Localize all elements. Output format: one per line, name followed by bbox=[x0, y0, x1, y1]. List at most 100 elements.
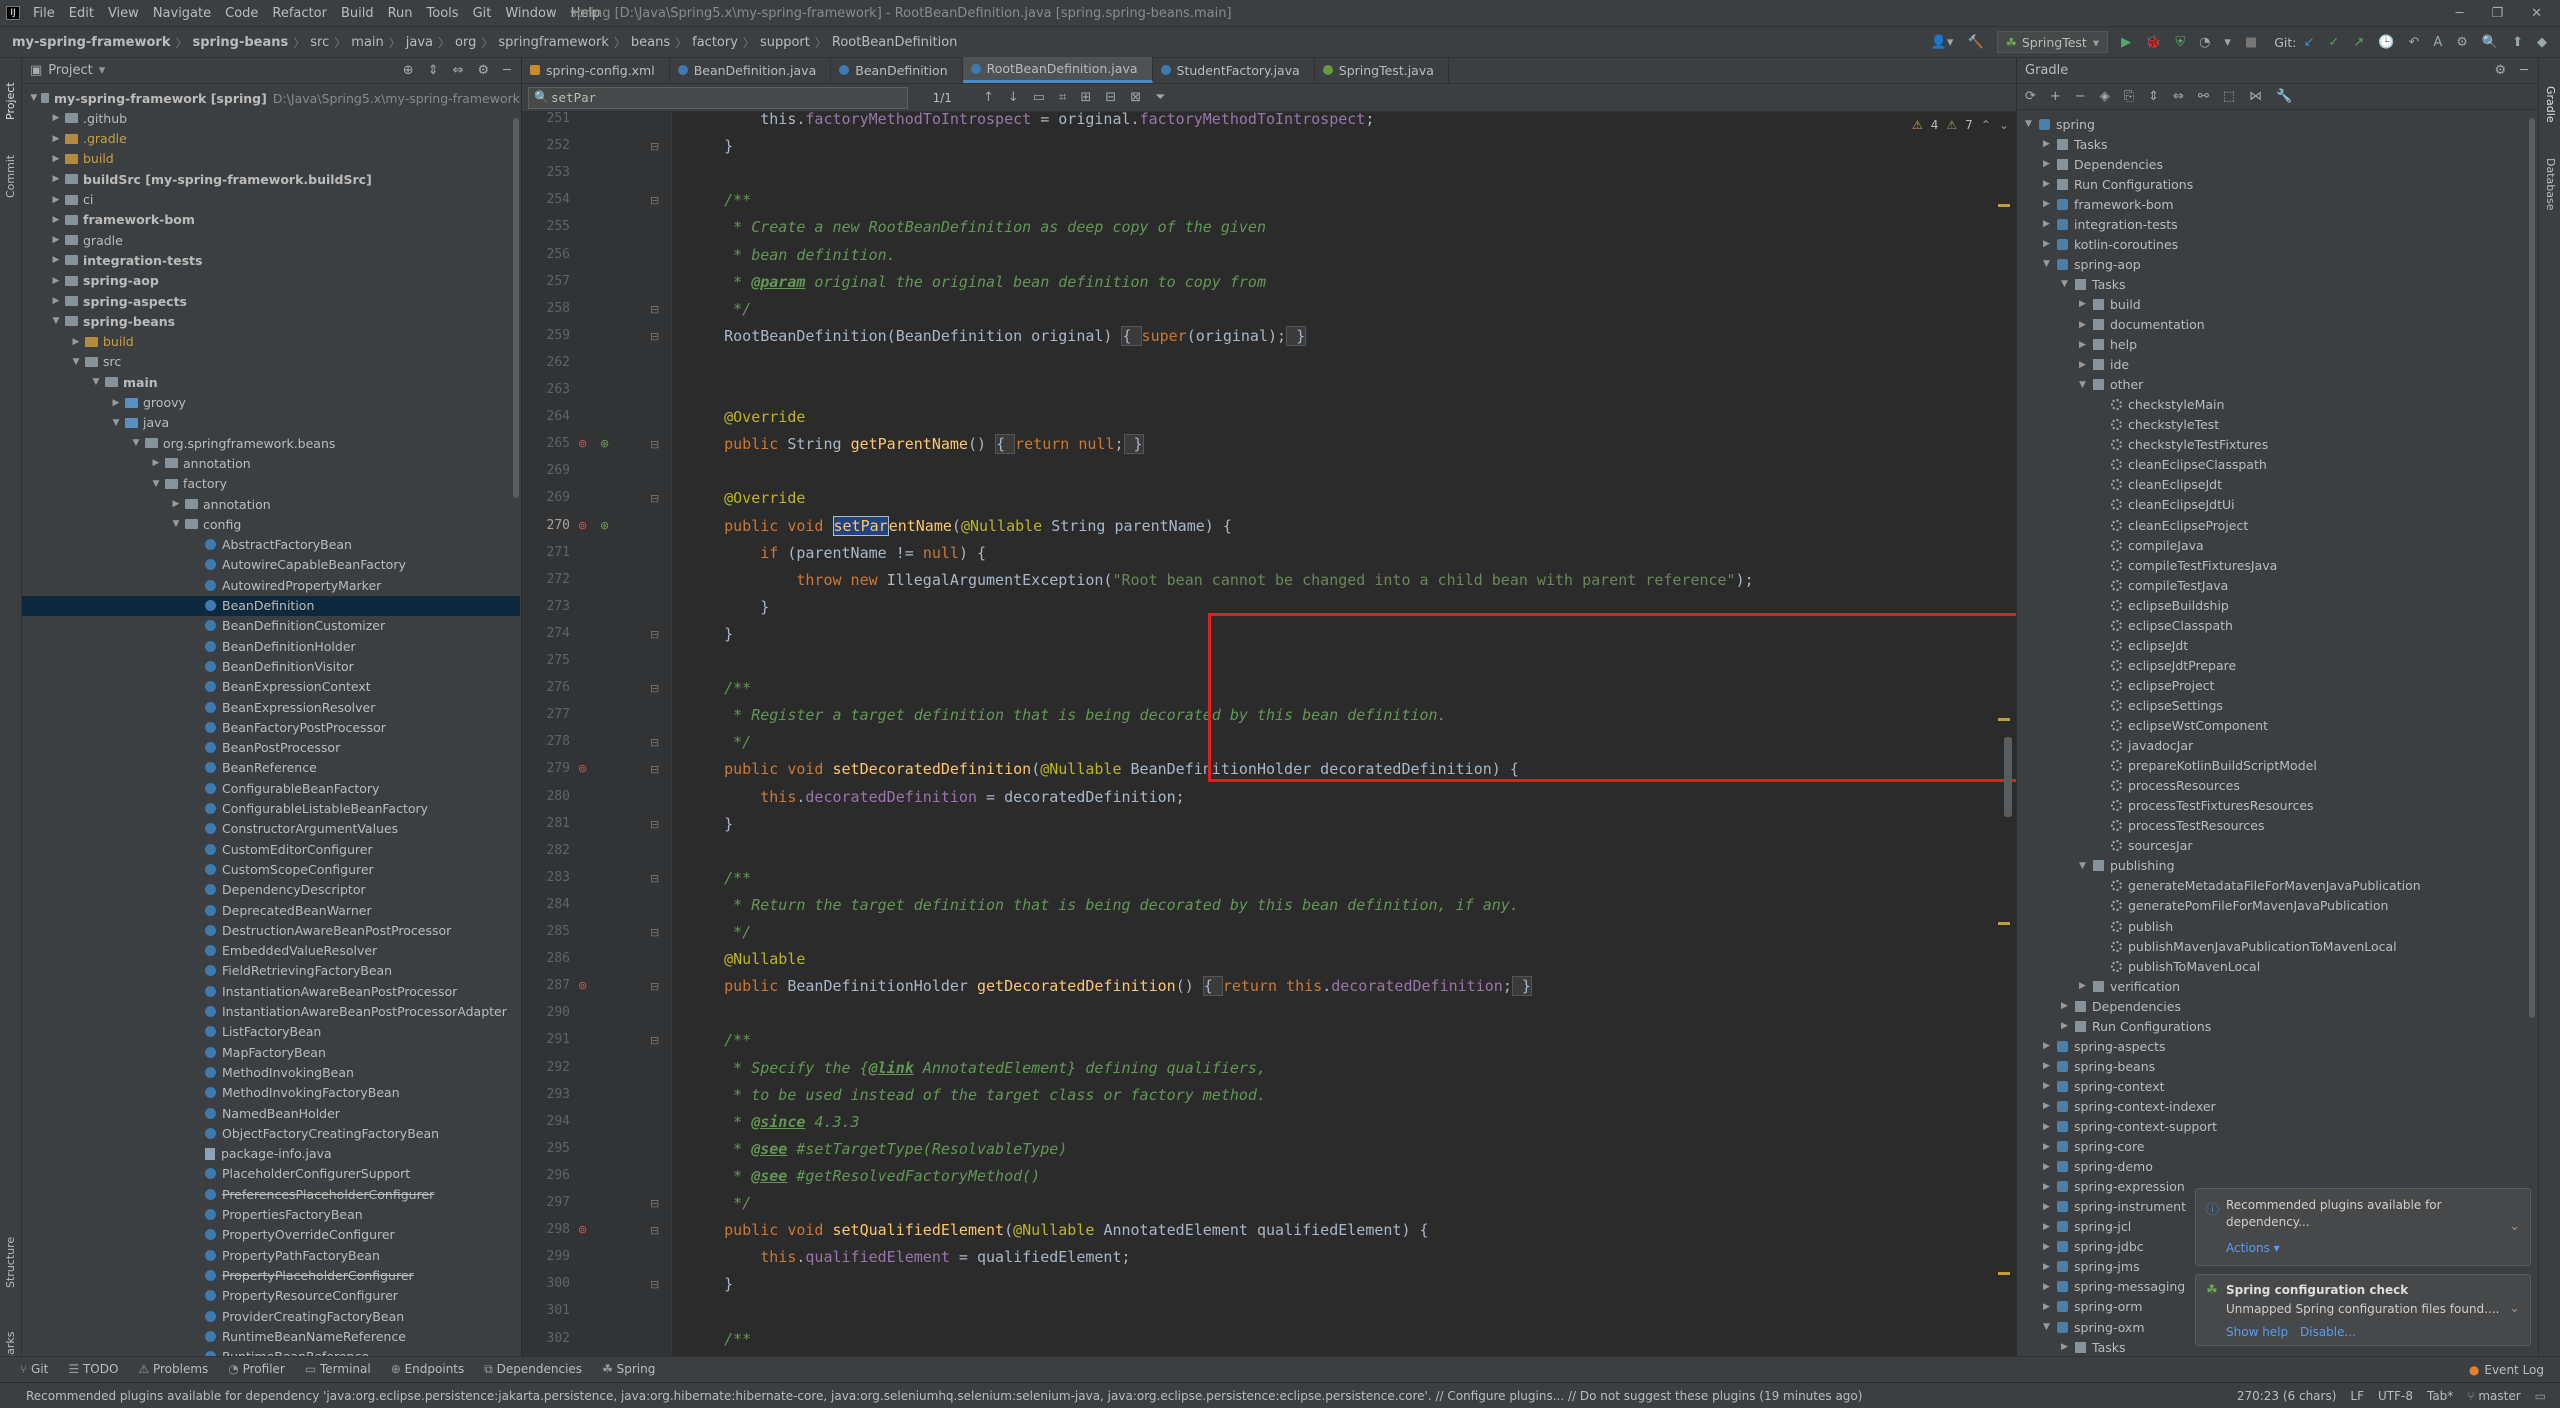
chevron-right-icon[interactable]: ▶ bbox=[50, 215, 62, 225]
chevron-down-icon[interactable]: ▼ bbox=[2061, 279, 2075, 289]
gradle-tree-item[interactable]: ▼ spring bbox=[2025, 114, 2095, 134]
minimize-icon[interactable]: ─ bbox=[2456, 6, 2464, 21]
fold-marker-icon[interactable]: ⊟ bbox=[650, 492, 659, 505]
next-match-icon[interactable]: ↓ bbox=[1001, 90, 1026, 105]
rollback-icon[interactable]: ↶ bbox=[2401, 35, 2426, 50]
gradle-tree-item[interactable]: eclipseProject bbox=[2097, 675, 2214, 695]
gradle-tree-item[interactable]: checkstyleTestFixtures bbox=[2097, 435, 2268, 455]
tool-todo[interactable]: ☰ TODO bbox=[58, 1362, 128, 1377]
override-method-icon[interactable]: ⊚ bbox=[578, 1223, 587, 1236]
gradle-tree-item[interactable]: prepareKotlinBuildScriptModel bbox=[2097, 756, 2317, 776]
chevron-down-icon[interactable]: ▼ bbox=[170, 519, 182, 529]
tool-git[interactable]: ⑂ Git bbox=[10, 1362, 58, 1377]
gradle-tree-item[interactable]: ▶ Run Configurations bbox=[2043, 174, 2193, 194]
run-config-select[interactable]: ☘ SpringTest ▾ bbox=[1996, 31, 2109, 53]
project-tree-item[interactable]: ▼ main bbox=[22, 372, 520, 392]
tab-spring-config-xml[interactable]: spring-config.xml bbox=[522, 57, 670, 83]
project-tree-item[interactable]: AutowiredPropertyMarker bbox=[22, 575, 520, 595]
chevron-right-icon[interactable]: ▶ bbox=[50, 174, 62, 184]
tool-commit[interactable]: Commit bbox=[4, 155, 17, 198]
project-tree-item[interactable]: ▼ org.springframework.beans bbox=[22, 433, 520, 453]
project-tree-item[interactable]: PropertyResourceConfigurer bbox=[22, 1286, 520, 1306]
chevron-right-icon[interactable]: ▶ bbox=[2043, 1162, 2057, 1172]
spring-bean-icon[interactable]: ⊛ bbox=[600, 519, 609, 532]
menu-window[interactable]: Window bbox=[498, 6, 563, 21]
menu-edit[interactable]: Edit bbox=[62, 6, 101, 21]
gradle-tree-item[interactable]: ▶ Tasks bbox=[2061, 1337, 2126, 1357]
file-encoding[interactable]: UTF-8 bbox=[2378, 1389, 2413, 1403]
chevron-down-icon[interactable]: ▼ bbox=[2025, 119, 2039, 129]
inspection-widget[interactable]: ⚠ 4 ⚠ 7 ⌃ ⌄ bbox=[1912, 118, 2009, 132]
tool-terminal[interactable]: ▭ Terminal bbox=[295, 1362, 381, 1377]
gradle-tree-item[interactable]: processTestResources bbox=[2097, 816, 2265, 836]
override-method-icon[interactable]: ⊚ bbox=[578, 979, 587, 992]
chevron-right-icon[interactable]: ▶ bbox=[50, 235, 62, 245]
project-tree-item[interactable]: ▶ gradle bbox=[22, 230, 520, 250]
expand-all-icon[interactable]: ⇕ bbox=[2148, 89, 2159, 104]
gradle-tree-item[interactable]: generateMetadataFileForMavenJavaPublicat… bbox=[2097, 876, 2421, 896]
gradle-tree-item[interactable]: cleanEclipseClasspath bbox=[2097, 455, 2267, 475]
menu-navigate[interactable]: Navigate bbox=[146, 6, 218, 21]
chevron-right-icon[interactable]: ▶ bbox=[2079, 320, 2093, 330]
project-tree-item[interactable]: ConfigurableBeanFactory bbox=[22, 778, 520, 798]
fold-marker-icon[interactable]: ⊟ bbox=[650, 194, 659, 207]
project-tree-item[interactable]: ▼ java bbox=[22, 413, 520, 433]
add-selection-icon[interactable]: ⊞ bbox=[1073, 90, 1098, 105]
gradle-tree-item[interactable]: ▶ Tasks bbox=[2043, 134, 2108, 154]
project-tree-item[interactable]: BeanDefinitionVisitor bbox=[22, 656, 520, 676]
chevron-right-icon[interactable]: ▶ bbox=[2043, 1302, 2057, 1312]
project-tree-item[interactable]: PlaceholderConfigurerSupport bbox=[22, 1164, 520, 1184]
chevron-right-icon[interactable]: ▶ bbox=[50, 276, 62, 286]
stop-icon[interactable]: ■ bbox=[2238, 35, 2264, 50]
gradle-tree-item[interactable]: ▶ spring-beans bbox=[2043, 1056, 2155, 1076]
chevron-right-icon[interactable]: ▶ bbox=[2043, 1242, 2057, 1252]
fold-marker-icon[interactable]: ⊟ bbox=[650, 438, 659, 451]
gradle-tree-item[interactable]: ▶ integration-tests bbox=[2043, 214, 2178, 234]
link-icon[interactable]: ⚯ bbox=[2198, 89, 2209, 104]
project-tree-item[interactable]: ▶ annotation bbox=[22, 494, 520, 514]
project-scrollbar[interactable] bbox=[513, 118, 519, 498]
project-title[interactable]: Project bbox=[48, 63, 92, 78]
project-tree-item[interactable]: ▶ spring-aop bbox=[22, 271, 520, 291]
menu-view[interactable]: View bbox=[101, 6, 146, 21]
run-icon[interactable]: ▶ bbox=[2114, 35, 2138, 50]
gradle-tree-item[interactable]: eclipseJdt bbox=[2097, 635, 2188, 655]
indent-setting[interactable]: Tab* bbox=[2427, 1389, 2453, 1403]
project-tree-item[interactable]: RuntimeBeanNameReference bbox=[22, 1326, 520, 1346]
memory-indicator-icon[interactable]: ▭ bbox=[2535, 1389, 2546, 1403]
fold-marker-icon[interactable]: ⊟ bbox=[650, 682, 659, 695]
chevron-down-icon[interactable]: ▼ bbox=[90, 377, 102, 387]
event-log-button[interactable]: ● Event Log bbox=[2469, 1363, 2560, 1377]
project-tree-item[interactable]: NamedBeanHolder bbox=[22, 1103, 520, 1123]
breadcrumb-item[interactable]: factory bbox=[688, 35, 742, 50]
fold-marker-icon[interactable]: ⊟ bbox=[650, 736, 659, 749]
toggle-offline-icon[interactable]: ⎘ bbox=[2124, 89, 2134, 104]
update-icon[interactable]: ⬆ bbox=[2505, 35, 2530, 50]
gradle-tree-item[interactable]: eclipseWstComponent bbox=[2097, 716, 2268, 736]
execute-task-icon[interactable]: ◈ bbox=[2100, 89, 2110, 104]
tool-project[interactable]: Project bbox=[4, 82, 17, 120]
gradle-tree-item[interactable]: processResources bbox=[2097, 776, 2240, 796]
chevron-right-icon[interactable]: ▶ bbox=[2043, 179, 2057, 189]
breadcrumb-item[interactable]: springframework bbox=[494, 35, 612, 50]
gradle-tree-item[interactable]: ▶ spring-messaging bbox=[2043, 1277, 2185, 1297]
gradle-scrollbar[interactable] bbox=[2529, 118, 2535, 1018]
gradle-tree-item[interactable]: eclipseClasspath bbox=[2097, 615, 2233, 635]
tool-endpoints[interactable]: ⊕ Endpoints bbox=[381, 1362, 475, 1377]
hide-icon[interactable]: ─ bbox=[2520, 63, 2528, 78]
chevron-right-icon[interactable]: ▶ bbox=[2043, 1101, 2057, 1111]
fold-marker-icon[interactable]: ⊟ bbox=[650, 872, 659, 885]
menu-build[interactable]: Build bbox=[334, 6, 381, 21]
gradle-tree-item[interactable]: ▶ spring-demo bbox=[2043, 1157, 2153, 1177]
gradle-tree-item[interactable]: cleanEclipseProject bbox=[2097, 515, 2248, 535]
chevron-right-icon[interactable]: ▶ bbox=[50, 113, 62, 123]
fold-marker-icon[interactable]: ⊟ bbox=[650, 980, 659, 993]
coverage-icon[interactable]: ⛨ bbox=[2168, 35, 2192, 50]
project-tree-item[interactable]: ▶ groovy bbox=[22, 393, 520, 413]
breadcrumb-item[interactable]: support bbox=[756, 35, 814, 50]
project-tree-item[interactable]: DestructionAwareBeanPostProcessor bbox=[22, 920, 520, 940]
chevron-right-icon[interactable]: ▶ bbox=[2043, 159, 2057, 169]
close-icon[interactable]: ✕ bbox=[2531, 6, 2542, 21]
chevron-right-icon[interactable]: ▶ bbox=[2043, 1081, 2057, 1091]
locate-icon[interactable]: ⊕ bbox=[403, 63, 414, 78]
